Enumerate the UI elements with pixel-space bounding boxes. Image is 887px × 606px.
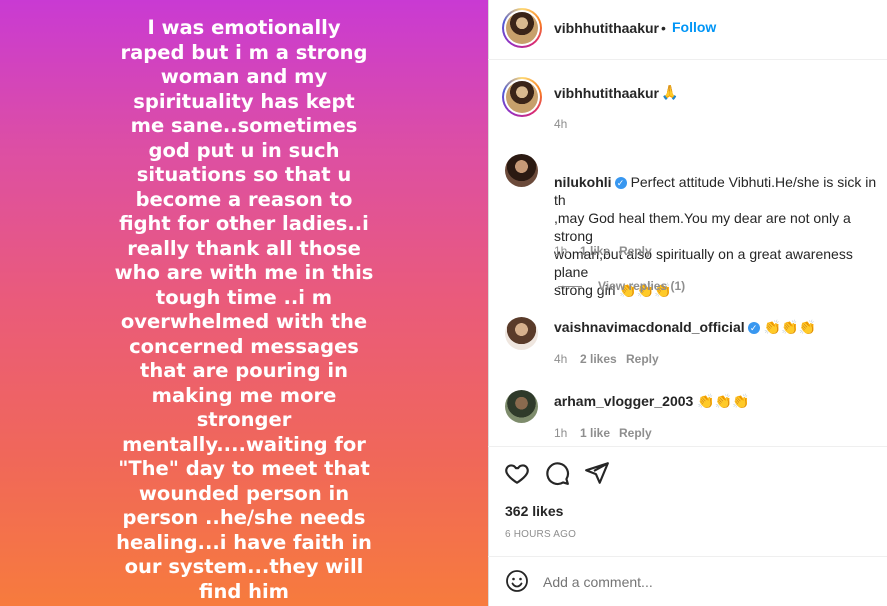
- comment-likes[interactable]: 2 likes: [580, 352, 617, 366]
- header-username[interactable]: vibhhutithaakur: [554, 20, 659, 36]
- verified-badge-icon: ✓: [747, 322, 760, 335]
- header-avatar[interactable]: [502, 8, 542, 48]
- likes-count[interactable]: 362 likes: [505, 503, 563, 519]
- caption-time[interactable]: 4h: [554, 117, 567, 131]
- post-image: I was emotionally raped but i m a strong…: [0, 0, 488, 606]
- comment-nilukohli: nilukohli ✓ Perfect attitude Vibhuti.He/sh…: [554, 155, 887, 299]
- comment-time[interactable]: 1h: [554, 426, 567, 440]
- share-icon[interactable]: [584, 460, 610, 486]
- comment-text: 👏👏👏: [763, 319, 816, 335]
- comment-likes[interactable]: 1 like: [580, 426, 610, 440]
- reply-button[interactable]: Reply: [626, 352, 659, 366]
- header-divider: [488, 59, 887, 60]
- actions-divider: [488, 446, 887, 447]
- post-time-ago[interactable]: 6 HOURS AGO: [505, 529, 576, 540]
- heart-icon[interactable]: [504, 460, 530, 486]
- comment-username[interactable]: arham_vlogger_2003: [554, 393, 693, 409]
- comment-avatar-nilukohli[interactable]: [505, 154, 538, 187]
- caption-username[interactable]: vibhhutithaakur: [554, 85, 659, 101]
- comment-icon[interactable]: [544, 460, 570, 486]
- comment-username[interactable]: nilukohli: [554, 174, 612, 190]
- reply-button[interactable]: Reply: [619, 426, 652, 440]
- view-replies-button[interactable]: View replies (1): [598, 279, 685, 293]
- verified-badge-icon: ✓: [614, 177, 627, 190]
- comment-arham: arham_vlogger_2003 👏👏👏: [554, 392, 750, 410]
- comment-text: 👏👏👏: [697, 393, 750, 409]
- comment-username[interactable]: vaishnavimacdonald_official: [554, 319, 745, 335]
- comment-box-divider: [488, 556, 887, 557]
- smiley-icon[interactable]: [505, 569, 529, 593]
- caption-emoji: 🙏: [661, 84, 679, 100]
- comment-avatar-arham[interactable]: [505, 390, 538, 423]
- caption-avatar[interactable]: [502, 77, 542, 117]
- story-text: I was emotionally raped but i m a strong…: [114, 16, 374, 603]
- reply-button[interactable]: Reply: [619, 244, 652, 258]
- comment-time[interactable]: 1h: [554, 244, 567, 258]
- comment-likes[interactable]: 1 like: [580, 244, 610, 258]
- header-separator: •: [661, 20, 666, 36]
- comment-avatar-vaishnavimacdonald[interactable]: [505, 317, 538, 350]
- comment-time[interactable]: 4h: [554, 352, 567, 366]
- comment-vaishnavimacdonald: vaishnavimacdonald_official ✓ 👏👏👏: [554, 318, 816, 336]
- add-comment-input[interactable]: [543, 572, 863, 592]
- replies-line: [558, 286, 582, 287]
- follow-button[interactable]: Follow: [672, 19, 716, 35]
